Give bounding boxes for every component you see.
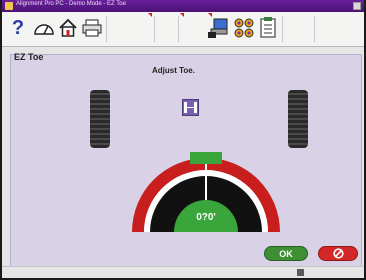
toolbar-separator xyxy=(314,16,315,42)
home-button[interactable] xyxy=(56,15,80,41)
gauge-button[interactable] xyxy=(32,15,56,41)
toolbar-separator xyxy=(178,16,179,42)
toolbar-blank-button-1[interactable] xyxy=(112,15,136,41)
close-button[interactable] xyxy=(353,2,361,10)
app-icon xyxy=(5,2,13,10)
status-indicator xyxy=(297,269,304,276)
help-button[interactable]: ? xyxy=(6,15,30,41)
wheel-set-button[interactable] xyxy=(232,15,256,41)
instruction-heading: Adjust Toe. xyxy=(152,66,195,75)
toolbar-blank-button-3[interactable] xyxy=(182,15,206,41)
speedometer-icon xyxy=(34,24,54,35)
red-corner-marker xyxy=(148,13,152,17)
panel-title: EZ Toe xyxy=(14,52,44,62)
window-title: Alignment Pro PC - Demo Mode - EZ Toe xyxy=(16,1,126,7)
toe-value: 0?0' xyxy=(196,212,216,223)
printer-icon xyxy=(82,19,102,37)
toe-gauge: 0?0' xyxy=(130,146,282,232)
ok-button-label: OK xyxy=(279,248,293,259)
right-tire xyxy=(288,90,308,148)
toolbar-separator xyxy=(106,16,107,42)
ok-button[interactable]: OK xyxy=(264,246,308,261)
toolbar-separator xyxy=(282,16,283,42)
adjust-toe-badge xyxy=(182,99,199,116)
toolbar-separator xyxy=(154,16,155,42)
help-icon: ? xyxy=(11,16,25,39)
no-symbol-icon xyxy=(332,248,344,259)
computer-icon xyxy=(208,18,228,38)
toolbar-blank-button-5[interactable] xyxy=(320,15,344,41)
wheel-pair-icon xyxy=(184,102,197,113)
left-tire xyxy=(90,90,110,148)
computer-button[interactable] xyxy=(206,15,230,41)
wheel-set-icon xyxy=(234,18,254,38)
home-icon xyxy=(59,18,77,37)
gauge-ok-zone xyxy=(190,152,222,164)
toolbar: ? xyxy=(2,12,364,47)
title-bar: Alignment Pro PC - Demo Mode - EZ Toe xyxy=(2,0,364,12)
cancel-button[interactable] xyxy=(318,246,358,261)
checklist-icon xyxy=(260,17,276,38)
status-bar xyxy=(2,266,364,278)
checklist-button[interactable] xyxy=(256,15,280,41)
toolbar-blank-button-4[interactable] xyxy=(288,15,312,41)
print-button[interactable] xyxy=(80,15,104,41)
app-window: Alignment Pro PC - Demo Mode - EZ Toe ? xyxy=(2,0,364,278)
